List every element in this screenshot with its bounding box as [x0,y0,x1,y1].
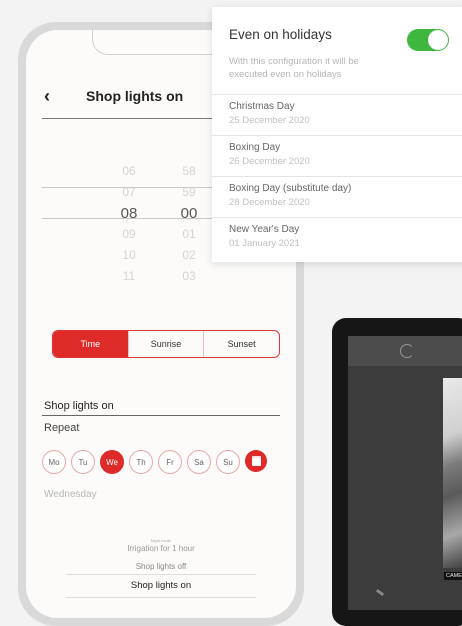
holiday-date: 01 January 2021 [229,238,300,249]
day-selector: Mo Tu We Th Fr Sa Su [42,450,267,474]
list-divider [66,597,256,598]
camera-label: CAMERA [444,572,462,580]
selected-day-text: Wednesday [44,489,97,500]
minute-option[interactable]: 03 [169,266,209,287]
back-icon[interactable]: ‹ [44,86,50,107]
day-wednesday[interactable]: We [100,450,124,474]
day-thursday[interactable]: Th [129,450,153,474]
hour-option[interactable]: 06 [109,161,149,182]
holiday-item[interactable]: Boxing Day 26 December 2020 [212,135,462,176]
holiday-name: Christmas Day [229,101,295,112]
list-item[interactable]: Irrigation for 1 hour [26,544,296,553]
holiday-name: Boxing Day (substitute day) [229,183,352,194]
calendar-icon[interactable] [245,450,267,472]
hour-option[interactable] [109,140,149,161]
holidays-card: Even on holidays With this configuration… [212,7,462,262]
tab-sunrise[interactable]: Sunrise [127,331,204,357]
tablet-device: CAMERA [332,318,462,626]
minute-option[interactable]: 01 [169,224,209,245]
day-tuesday[interactable]: Tu [71,450,95,474]
list-item[interactable]: Shop lights off [26,562,296,571]
page-title: Shop lights on [86,88,184,104]
card-title: Even on holidays [229,27,332,42]
holiday-item[interactable]: New Year's Day 01 January 2021 [212,217,462,258]
holiday-item[interactable]: Boxing Day (substitute day) 28 December … [212,176,462,217]
day-saturday[interactable]: Sa [187,450,211,474]
toggle-knob [428,30,448,50]
pen-icon[interactable] [375,588,385,597]
hour-option[interactable]: 09 [109,224,149,245]
holiday-date: 26 December 2020 [229,156,310,167]
trigger-segmented-control[interactable]: Time Sunrise Sunset [52,330,280,358]
name-field-underline [42,415,280,416]
tablet-toolbar [348,336,462,366]
schedule-name-field[interactable]: Shop lights on [44,400,114,412]
tablet-screen: CAMERA [348,336,462,610]
holidays-toggle[interactable] [407,29,449,51]
holiday-name: New Year's Day [229,224,300,235]
day-sunday[interactable]: Su [216,450,240,474]
list-item-selected[interactable]: Shop lights on [26,580,296,591]
holiday-date: 25 December 2020 [229,115,310,126]
minute-option[interactable]: 02 [169,245,209,266]
minute-option[interactable]: 58 [169,161,209,182]
list-item[interactable]: Night mode [26,538,296,543]
minute-option[interactable] [169,140,209,161]
holiday-date: 28 December 2020 [229,197,310,208]
list-divider [66,574,256,575]
hour-option[interactable]: 11 [109,266,149,287]
tab-time[interactable]: Time [53,331,128,357]
repeat-label: Repeat [44,422,80,434]
refresh-icon[interactable] [400,344,414,358]
tab-sunset[interactable]: Sunset [203,331,279,357]
card-description: With this configuration it will be execu… [229,56,359,80]
day-monday[interactable]: Mo [42,450,66,474]
hour-option[interactable]: 10 [109,245,149,266]
holiday-item[interactable]: Christmas Day 25 December 2020 [212,94,462,135]
camera-feed-image[interactable] [443,378,462,568]
day-friday[interactable]: Fr [158,450,182,474]
holiday-name: Boxing Day [229,142,281,153]
